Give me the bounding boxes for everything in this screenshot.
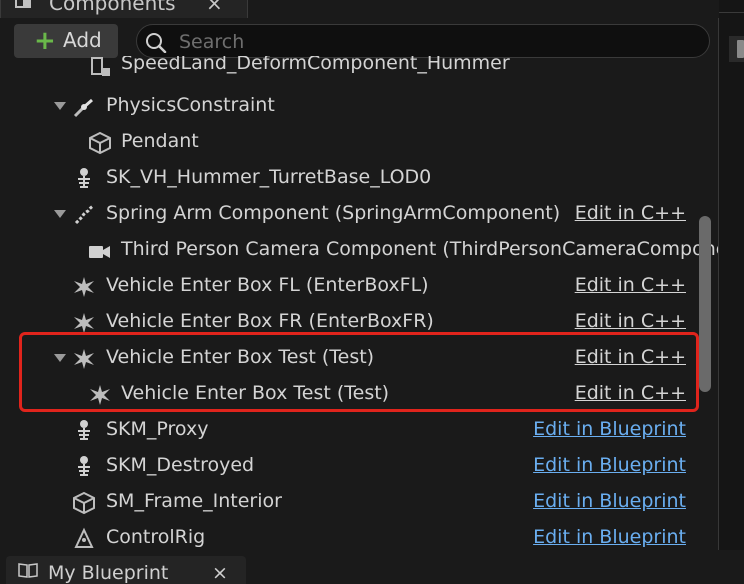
tree-row-label: SpeedLand_DeformComponent_Hummer: [121, 56, 510, 74]
tree-row-label: Spring Arm Component (SpringArmComponent…: [106, 202, 561, 224]
right-strip-divider: [719, 12, 744, 19]
edit-in-cpp-link[interactable]: Edit in C++: [575, 346, 686, 368]
edit-in-cpp-link[interactable]: Edit in C++: [575, 274, 686, 296]
tree-row[interactable]: Pendant: [0, 124, 700, 160]
tree-row[interactable]: Vehicle Enter Box Test (Test) Edit in C+…: [0, 376, 700, 412]
my-blueprint-tab-title: My Blueprint: [48, 562, 169, 584]
control-rig-icon: [74, 527, 94, 548]
tree-row[interactable]: Vehicle Enter Box Test (Test) Edit in C+…: [0, 340, 700, 376]
box-collision-icon: [74, 277, 94, 297]
tree-row-label: SM_Frame_Interior: [106, 490, 282, 512]
tree-row[interactable]: SM_Frame_Interior Edit in Blueprint: [0, 484, 700, 520]
collapse-arrow-icon[interactable]: [54, 102, 66, 110]
collapse-arrow-icon[interactable]: [54, 210, 66, 218]
book-icon: [18, 563, 38, 578]
cube-icon: [89, 131, 111, 155]
tree-row[interactable]: Vehicle Enter Box FL (EnterBoxFL) Edit i…: [0, 268, 700, 304]
box-collision-icon: [90, 385, 110, 405]
tree-row[interactable]: SKM_Destroyed Edit in Blueprint: [0, 448, 700, 484]
edit-in-cpp-link[interactable]: Edit in C++: [575, 310, 686, 332]
tree-row[interactable]: Vehicle Enter Box FR (EnterBoxFR) Edit i…: [0, 304, 700, 340]
edit-in-cpp-link[interactable]: Edit in C++: [575, 202, 686, 224]
tree-row-label: SK_VH_Hummer_TurretBase_LOD0: [106, 166, 432, 188]
my-blueprint-tab[interactable]: My Blueprint ×: [6, 556, 246, 584]
scrollbar-thumb[interactable]: [699, 216, 711, 392]
right-strip-icon: [737, 40, 744, 58]
tree-row-label: SKM_Destroyed: [106, 454, 255, 476]
edit-in-blueprint-link[interactable]: Edit in Blueprint: [533, 526, 686, 548]
skeleton-icon: [78, 456, 90, 476]
close-icon[interactable]: ×: [212, 562, 228, 584]
tree-row-label: PhysicsConstraint: [106, 94, 275, 116]
tree-row[interactable]: SKM_Proxy Edit in Blueprint: [0, 412, 700, 448]
component-tree: SpeedLand_DeformComponent_Hummer Physics…: [0, 0, 718, 550]
spring-arm-icon: [74, 204, 94, 225]
box-collision-icon: [74, 313, 94, 333]
tree-row[interactable]: ControlRig Edit in Blueprint: [0, 520, 700, 550]
box-collision-icon: [74, 349, 94, 369]
static-mesh-icon: [91, 57, 110, 76]
tree-row[interactable]: SK_VH_Hummer_TurretBase_LOD0: [0, 160, 700, 196]
edit-in-blueprint-link[interactable]: Edit in Blueprint: [533, 490, 686, 512]
tree-row-label: Vehicle Enter Box Test (Test): [106, 346, 375, 368]
edit-in-cpp-link[interactable]: Edit in C++: [575, 382, 686, 404]
tree-row-label: ControlRig: [106, 526, 206, 548]
tree-row[interactable]: SpeedLand_DeformComponent_Hummer: [0, 56, 700, 80]
tree-row-label: Vehicle Enter Box FL (EnterBoxFL): [106, 274, 429, 296]
skeleton-icon: [78, 168, 90, 188]
tree-row[interactable]: PhysicsConstraint: [0, 88, 700, 124]
edit-in-blueprint-link[interactable]: Edit in Blueprint: [533, 454, 686, 476]
tree-row-label: Third Person Camera Component (ThirdPers…: [121, 238, 718, 260]
tree-row[interactable]: Third Person Camera Component (ThirdPers…: [0, 232, 718, 268]
tree-row-label: SKM_Proxy: [106, 418, 209, 440]
tree-row[interactable]: Spring Arm Component (SpringArmComponent…: [0, 196, 700, 232]
camera-icon: [89, 246, 110, 258]
edit-in-blueprint-link[interactable]: Edit in Blueprint: [533, 418, 686, 440]
right-side-panel: [719, 0, 744, 550]
skeleton-icon: [78, 420, 90, 440]
tree-row-label: Vehicle Enter Box Test (Test): [121, 382, 390, 404]
cube-icon: [73, 491, 95, 515]
collapse-arrow-icon[interactable]: [54, 354, 66, 362]
tree-row-label: Pendant: [121, 130, 199, 152]
physics-constraint-icon: [73, 98, 93, 118]
tree-row-label: Vehicle Enter Box FR (EnterBoxFR): [106, 310, 434, 332]
